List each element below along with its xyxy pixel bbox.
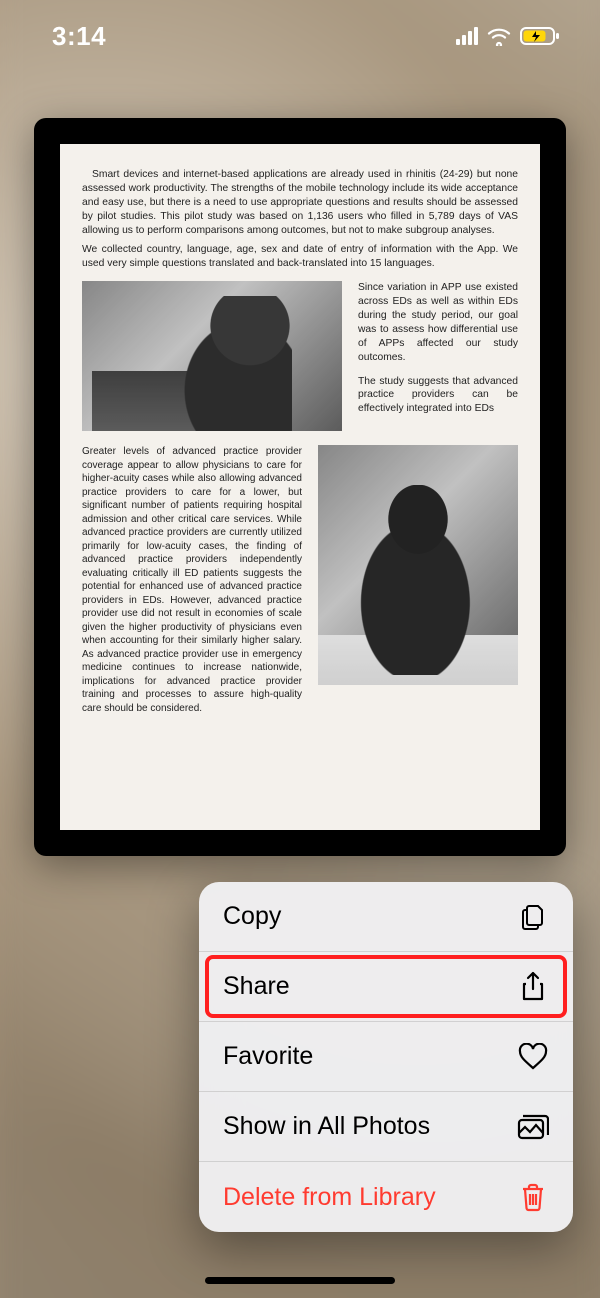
menu-item-label: Share [223,972,290,1001]
doc-paragraph: Smart devices and internet-based applica… [82,168,518,237]
cellular-icon [456,27,478,45]
menu-item-copy[interactable]: Copy [199,882,573,952]
status-bar: 3:14 [0,0,600,72]
menu-item-label: Show in All Photos [223,1112,430,1141]
doc-paragraph: We collected country, language, age, sex… [82,243,518,271]
document-page: Smart devices and internet-based applica… [60,144,540,830]
copy-icon [517,901,549,933]
menu-item-show-in-all-photos[interactable]: Show in All Photos [199,1092,573,1162]
menu-item-label: Favorite [223,1042,313,1071]
wifi-icon [486,26,512,46]
doc-paragraph: Since variation in APP use existed acros… [358,281,518,364]
document-preview[interactable]: Smart devices and internet-based applica… [34,118,566,856]
context-menu: Copy Share Favorite Show in All Photos [199,882,573,1232]
menu-item-share[interactable]: Share [199,952,573,1022]
status-indicators [456,26,560,46]
document-image [318,445,518,685]
menu-item-label: Delete from Library [223,1183,436,1212]
doc-paragraph: Greater levels of advanced practice prov… [82,445,302,715]
status-time: 3:14 [52,21,106,52]
menu-item-favorite[interactable]: Favorite [199,1022,573,1092]
photos-icon [517,1111,549,1143]
document-image [82,281,342,431]
menu-item-label: Copy [223,902,281,931]
doc-paragraph: The study suggests that advanced practic… [358,375,518,417]
battery-charging-icon [520,26,560,46]
share-icon [517,971,549,1003]
heart-icon [517,1041,549,1073]
menu-item-delete-from-library[interactable]: Delete from Library [199,1162,573,1232]
home-indicator[interactable] [205,1277,395,1284]
trash-icon [517,1181,549,1213]
